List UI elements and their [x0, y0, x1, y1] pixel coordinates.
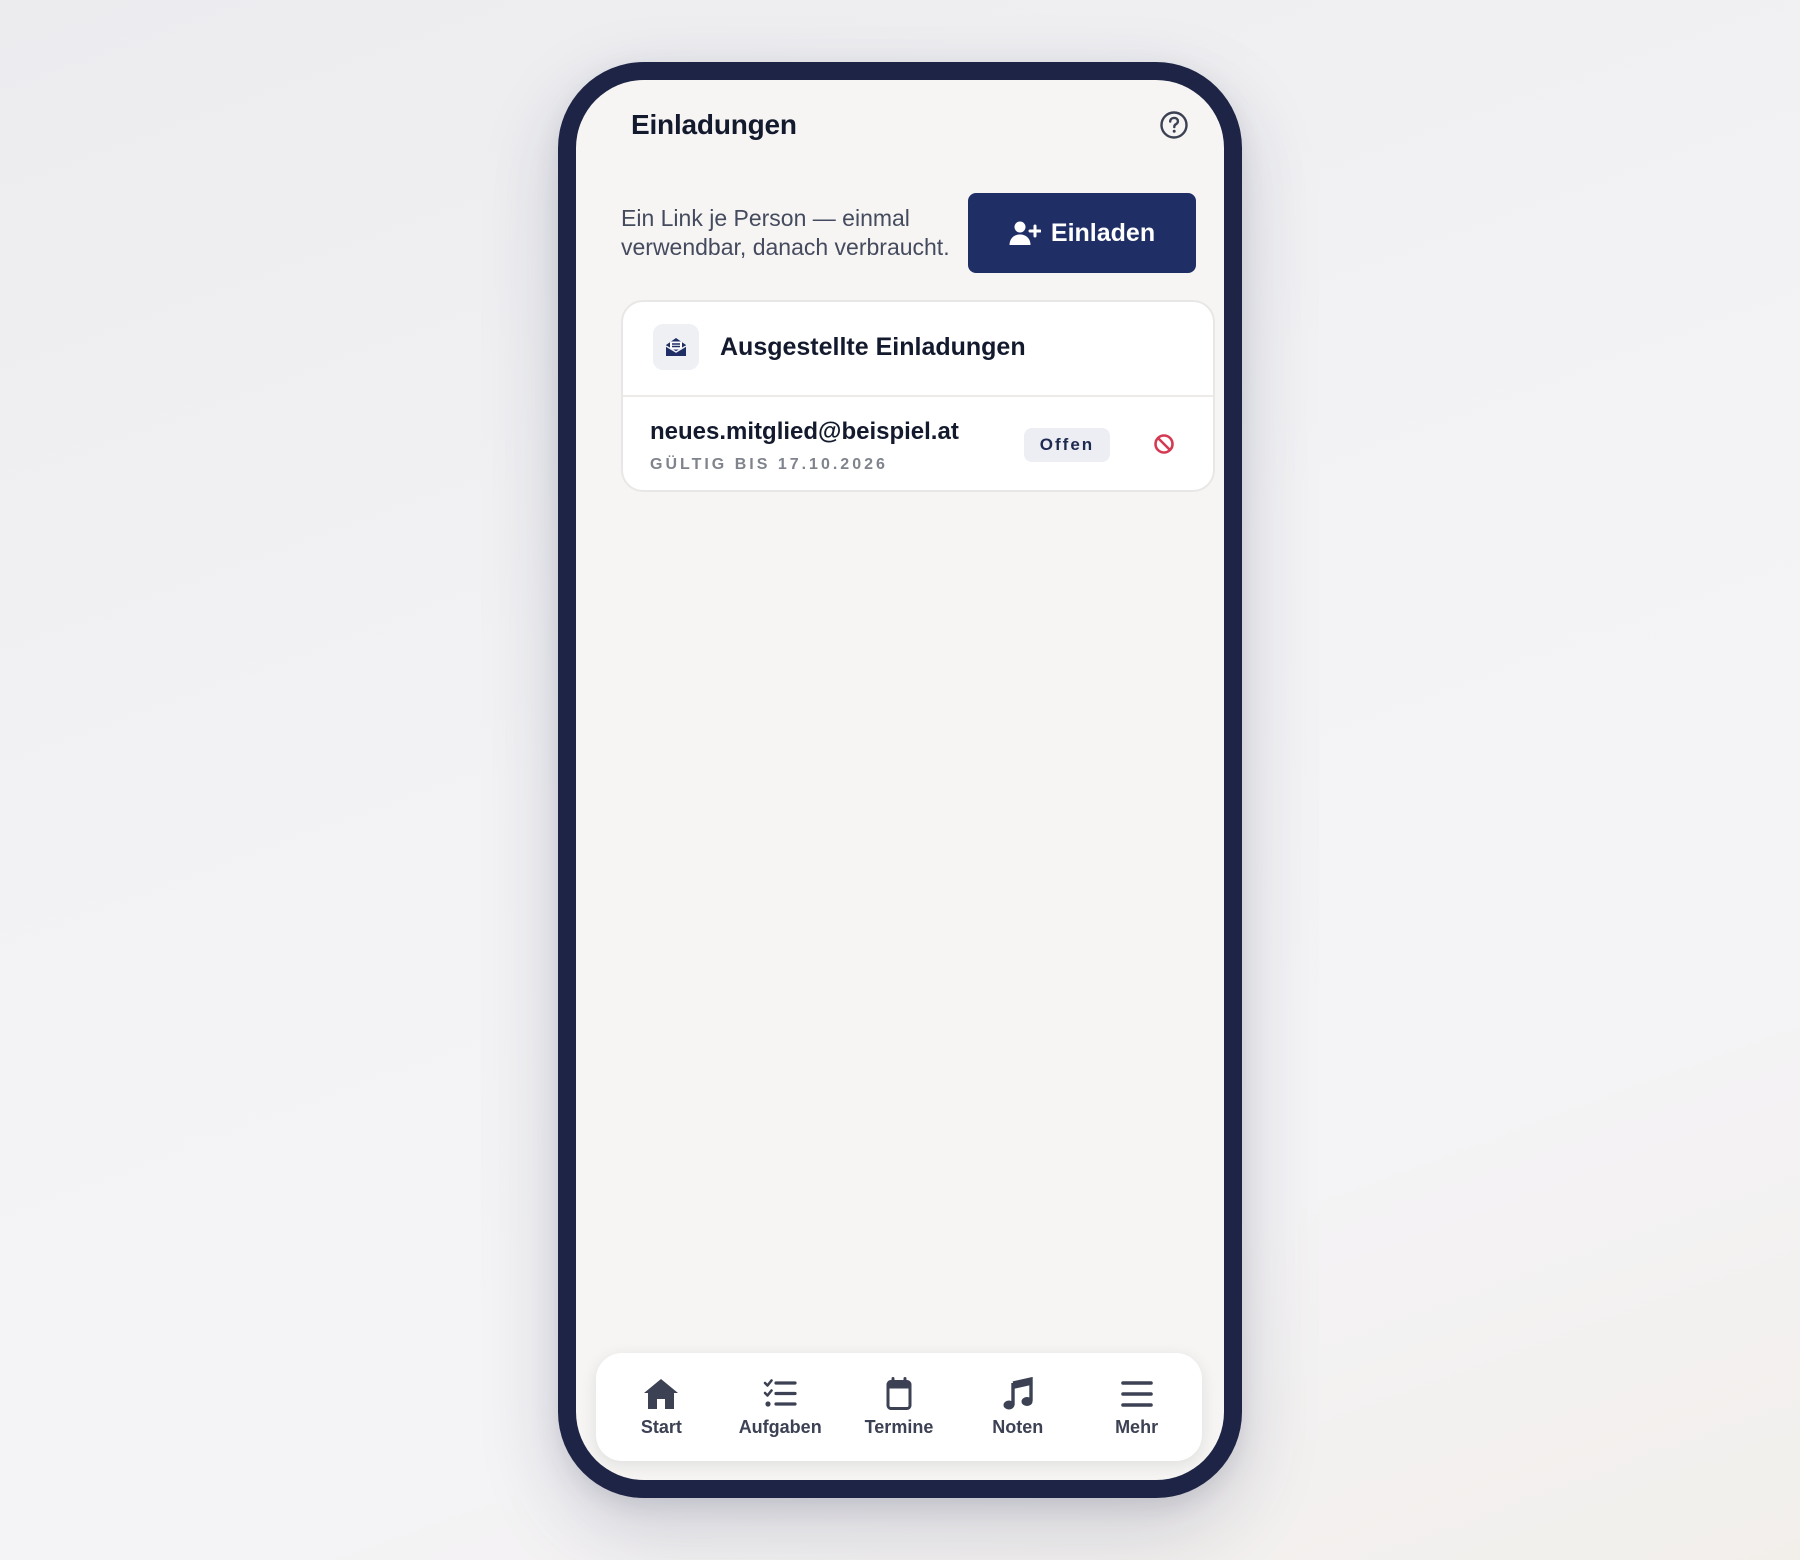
question-circle-icon[interactable]: [1159, 110, 1189, 140]
invitation-valid-until: GÜLTIG BIS 17.10.2026: [650, 456, 888, 473]
invite-button[interactable]: Einladen: [968, 193, 1196, 273]
invitation-email: neues.mitglied@beispiel.at: [650, 418, 959, 445]
invitations-title: Ausgestellte Einladungen: [720, 333, 1026, 361]
tab-label: Aufgaben: [738, 1416, 822, 1437]
intro-text: Ein Link je Person — einmal verwendbar, …: [621, 205, 950, 260]
ban-icon[interactable]: [1153, 433, 1175, 455]
menu-icon: [1120, 1380, 1153, 1407]
tab-mehr[interactable]: Mehr: [1082, 1377, 1192, 1438]
checklist-icon: [763, 1378, 797, 1407]
page-title: Einladungen: [631, 109, 797, 140]
phone-frame: Einladungen Ein Link je Person — einmal …: [558, 62, 1242, 1498]
tab-label: Start: [640, 1416, 682, 1437]
invitations-card-header: Ausgestellte Einladungen: [623, 302, 1213, 397]
invite-button-label: Einladen: [1050, 218, 1156, 247]
calendar-icon: [886, 1376, 912, 1410]
bottom-tab-bar: Start Aufgaben Termine Noten Mehr: [596, 1353, 1202, 1461]
tab-label: Termine: [864, 1416, 934, 1437]
invitations-card: Ausgestellte Einladungen neues.mitglied@…: [621, 300, 1215, 492]
home-icon: [644, 1378, 679, 1409]
tab-label: Mehr: [1115, 1416, 1159, 1437]
app-header: Einladungen: [576, 80, 1224, 190]
envelope-open-icon-container: [653, 324, 699, 370]
tab-noten[interactable]: Noten: [963, 1376, 1073, 1438]
invitation-row: neues.mitglied@beispiel.at GÜLTIG BIS 17…: [623, 397, 1213, 490]
tab-aufgaben[interactable]: Aufgaben: [725, 1377, 835, 1438]
status-badge: Offen: [1024, 428, 1110, 462]
tab-label: Noten: [992, 1416, 1044, 1437]
music-note-icon: [1003, 1376, 1033, 1409]
tab-start[interactable]: Start: [606, 1377, 716, 1438]
tab-termine[interactable]: Termine: [844, 1376, 954, 1438]
user-plus-icon: [1009, 221, 1041, 245]
app-screen: Einladungen Ein Link je Person — einmal …: [576, 80, 1224, 1480]
envelope-open-icon: [665, 338, 687, 356]
